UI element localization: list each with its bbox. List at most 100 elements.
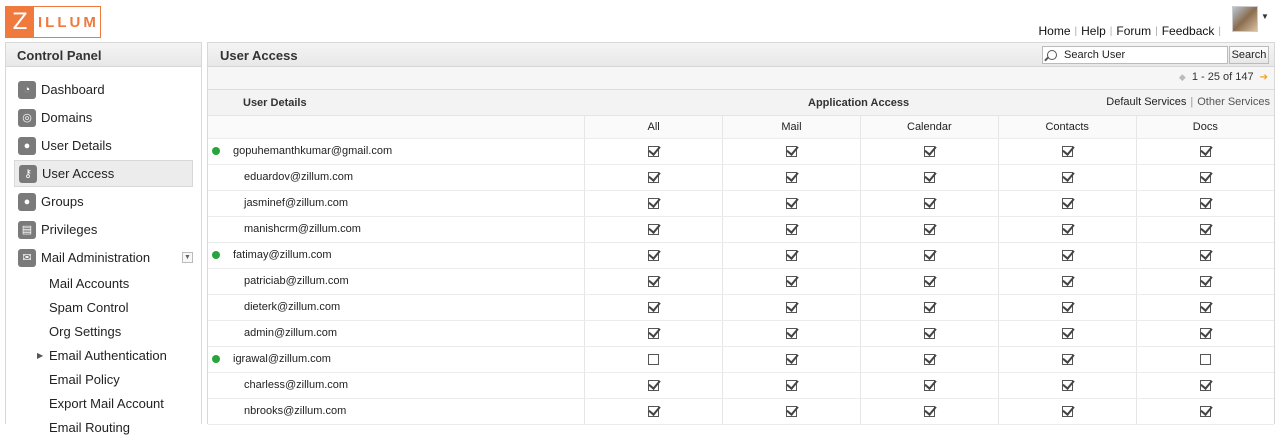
separator: | bbox=[1190, 96, 1194, 108]
access-checkbox[interactable] bbox=[923, 145, 935, 157]
access-checkbox[interactable] bbox=[1199, 145, 1211, 157]
search-input[interactable]: Search User bbox=[1042, 46, 1228, 64]
online-status-icon bbox=[212, 251, 220, 259]
previous-page-icon[interactable]: ◆ bbox=[1179, 72, 1186, 83]
next-page-icon[interactable]: ➔ bbox=[1260, 72, 1268, 83]
access-checkbox[interactable] bbox=[1199, 223, 1211, 235]
access-checkbox[interactable] bbox=[923, 405, 935, 417]
access-checkbox[interactable] bbox=[648, 223, 660, 235]
separator: | bbox=[1155, 25, 1158, 37]
access-checkbox[interactable] bbox=[785, 405, 797, 417]
access-checkbox[interactable] bbox=[1061, 249, 1073, 261]
access-checkbox[interactable] bbox=[1061, 405, 1073, 417]
sidebar-item-user-details[interactable]: ● User Details bbox=[14, 132, 193, 159]
user-cell-content: manishcrm@zillum.com bbox=[208, 223, 584, 235]
sidebar-subitem-export-mail-account[interactable]: Export Mail Account bbox=[6, 391, 201, 415]
access-checkbox[interactable] bbox=[923, 275, 935, 287]
access-checkbox[interactable] bbox=[785, 249, 797, 261]
access-checkbox[interactable] bbox=[1199, 301, 1211, 313]
access-checkbox[interactable] bbox=[923, 197, 935, 209]
sidebar-subitem-email-routing[interactable]: Email Routing bbox=[6, 415, 201, 439]
sidebar-subitem-org-settings[interactable]: Org Settings bbox=[6, 319, 201, 343]
access-checkbox[interactable] bbox=[1199, 197, 1211, 209]
home-link[interactable]: Home bbox=[1038, 24, 1070, 38]
sidebar-subitem-email-authentication[interactable]: ▶ Email Authentication bbox=[6, 343, 201, 367]
forum-link[interactable]: Forum bbox=[1116, 24, 1151, 38]
user-cell-content: charless@zillum.com bbox=[208, 379, 584, 391]
access-checkbox[interactable] bbox=[785, 379, 797, 391]
access-checkbox[interactable] bbox=[648, 249, 660, 261]
access-checkbox[interactable] bbox=[648, 405, 660, 417]
table-row: igrawal@zillum.com bbox=[208, 346, 1274, 373]
feedback-link[interactable]: Feedback bbox=[1162, 24, 1215, 38]
zillum-logo[interactable]: Z ILLUM bbox=[5, 6, 101, 38]
main-panel: User Access Search User Search ◆ 1 - 25 … bbox=[207, 42, 1275, 425]
sidebar-item-domains[interactable]: ◎ Domains bbox=[14, 104, 193, 131]
access-checkbox[interactable] bbox=[648, 171, 660, 183]
access-checkbox[interactable] bbox=[1061, 327, 1073, 339]
access-checkbox[interactable] bbox=[1061, 145, 1073, 157]
help-link[interactable]: Help bbox=[1081, 24, 1106, 38]
access-checkbox[interactable] bbox=[648, 197, 660, 209]
sidebar-item-privileges[interactable]: ▤ Privileges bbox=[14, 216, 193, 243]
sidebar-item-label: Groups bbox=[41, 194, 84, 209]
column-header-all: All bbox=[584, 116, 723, 139]
access-checkbox[interactable] bbox=[1199, 353, 1211, 365]
table-row: eduardov@zillum.com bbox=[208, 164, 1274, 191]
sidebar-item-dashboard[interactable]: ◔ Dashboard bbox=[14, 76, 193, 103]
access-checkbox[interactable] bbox=[923, 301, 935, 313]
access-checkbox[interactable] bbox=[785, 275, 797, 287]
access-checkbox[interactable] bbox=[923, 249, 935, 261]
access-checkbox[interactable] bbox=[785, 301, 797, 313]
access-cell-calendar bbox=[859, 190, 999, 217]
access-checkbox[interactable] bbox=[648, 275, 660, 287]
access-checkbox[interactable] bbox=[648, 327, 660, 339]
access-checkbox[interactable] bbox=[1199, 327, 1211, 339]
access-checkbox[interactable] bbox=[785, 223, 797, 235]
user-cell: fatimay@zillum.com bbox=[208, 242, 585, 269]
sidebar-item-mail-administration[interactable]: ✉ Mail Administration ▼ bbox=[14, 244, 193, 271]
access-checkbox[interactable] bbox=[923, 353, 935, 365]
user-cell: jasminef@zillum.com bbox=[208, 190, 585, 217]
access-checkbox[interactable] bbox=[785, 145, 797, 157]
collapse-toggle-icon[interactable]: ▼ bbox=[182, 252, 193, 263]
access-checkbox[interactable] bbox=[1061, 275, 1073, 287]
access-cell-docs bbox=[1135, 164, 1274, 191]
access-checkbox[interactable] bbox=[1199, 379, 1211, 391]
access-checkbox[interactable] bbox=[648, 379, 660, 391]
access-checkbox[interactable] bbox=[1199, 249, 1211, 261]
search-button[interactable]: Search bbox=[1229, 46, 1269, 64]
sidebar-subitem-email-policy[interactable]: Email Policy bbox=[6, 367, 201, 391]
access-checkbox[interactable] bbox=[785, 327, 797, 339]
access-checkbox[interactable] bbox=[1199, 275, 1211, 287]
access-checkbox[interactable] bbox=[923, 171, 935, 183]
user-email: charless@zillum.com bbox=[244, 379, 349, 391]
access-checkbox[interactable] bbox=[1061, 301, 1073, 313]
sidebar-item-user-access[interactable]: ⚷ User Access bbox=[14, 160, 193, 187]
access-checkbox[interactable] bbox=[1061, 171, 1073, 183]
access-checkbox[interactable] bbox=[1061, 379, 1073, 391]
sidebar-item-groups[interactable]: ● Groups bbox=[14, 188, 193, 215]
access-checkbox[interactable] bbox=[648, 301, 660, 313]
access-checkbox[interactable] bbox=[1061, 197, 1073, 209]
access-checkbox[interactable] bbox=[1199, 405, 1211, 417]
access-checkbox[interactable] bbox=[648, 353, 660, 365]
sidebar-subitem-spam-control[interactable]: Spam Control bbox=[6, 295, 201, 319]
access-checkbox[interactable] bbox=[785, 171, 797, 183]
caret-down-icon[interactable]: ▼ bbox=[1261, 12, 1269, 21]
access-checkbox[interactable] bbox=[1061, 353, 1073, 365]
access-checkbox[interactable] bbox=[1061, 223, 1073, 235]
user-cell-content: jasminef@zillum.com bbox=[208, 197, 584, 209]
avatar[interactable] bbox=[1232, 6, 1258, 32]
access-checkbox[interactable] bbox=[923, 223, 935, 235]
access-checkbox[interactable] bbox=[648, 145, 660, 157]
access-checkbox[interactable] bbox=[923, 379, 935, 391]
access-checkbox[interactable] bbox=[785, 353, 797, 365]
access-checkbox[interactable] bbox=[923, 327, 935, 339]
sidebar-subitem-mail-accounts[interactable]: Mail Accounts bbox=[6, 271, 201, 295]
default-services-link[interactable]: Default Services bbox=[1106, 96, 1186, 108]
expand-arrow-icon[interactable]: ▶ bbox=[37, 351, 43, 360]
other-services-link[interactable]: Other Services bbox=[1197, 96, 1270, 108]
access-checkbox[interactable] bbox=[785, 197, 797, 209]
access-checkbox[interactable] bbox=[1199, 171, 1211, 183]
